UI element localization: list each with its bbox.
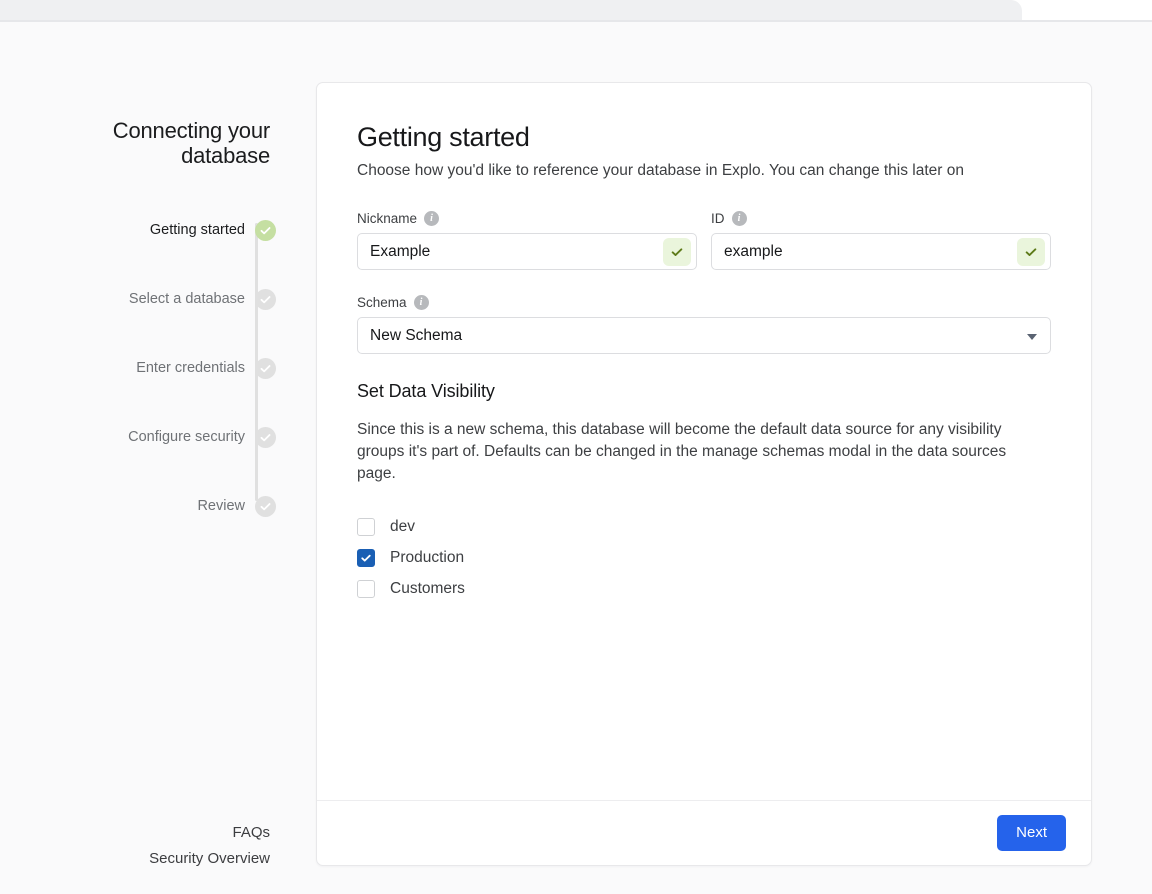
id-input[interactable] xyxy=(712,234,1050,269)
checkbox-customers[interactable] xyxy=(357,580,375,598)
schema-label: Schema xyxy=(357,295,407,310)
step-label: Configure security xyxy=(128,429,245,445)
next-button[interactable]: Next xyxy=(997,815,1066,851)
wizard-card-footer: Next xyxy=(317,800,1091,865)
step-label: Select a database xyxy=(129,291,245,307)
checkbox-production[interactable] xyxy=(357,549,375,567)
nickname-input-wrapper[interactable] xyxy=(357,233,697,270)
set-data-visibility-heading: Set Data Visibility xyxy=(357,381,1051,402)
faqs-link[interactable]: FAQs xyxy=(30,820,270,846)
id-label-row: ID i xyxy=(711,210,1051,226)
info-icon[interactable]: i xyxy=(424,211,439,226)
browser-tab-strip[interactable] xyxy=(0,0,1022,20)
browser-chrome xyxy=(0,0,1152,22)
visibility-group-label: Customers xyxy=(390,580,465,598)
id-valid-check-icon xyxy=(1017,238,1045,266)
wizard-card-body: Getting started Choose how you'd like to… xyxy=(317,83,1091,800)
step-label: Review xyxy=(197,498,245,514)
info-icon[interactable]: i xyxy=(414,295,429,310)
sidebar-step-select-a-database[interactable]: Select a database xyxy=(0,288,276,310)
check-icon xyxy=(255,289,276,310)
id-input-wrapper[interactable] xyxy=(711,233,1051,270)
check-icon xyxy=(255,427,276,448)
id-label: ID xyxy=(711,211,725,226)
sidebar-step-enter-credentials[interactable]: Enter credentials xyxy=(0,357,276,379)
schema-field-group: Schema i New Schema xyxy=(357,294,1051,354)
schema-select[interactable]: New Schema xyxy=(357,317,1051,354)
id-field-group: ID i xyxy=(711,210,1051,270)
wizard-title: Connecting your database xyxy=(40,118,270,168)
check-icon xyxy=(255,496,276,517)
wizard-sidebar: Connecting your database Getting started… xyxy=(0,22,316,894)
security-overview-link[interactable]: Security Overview xyxy=(30,846,270,872)
nickname-label-row: Nickname i xyxy=(357,210,697,226)
wizard-card: Getting started Choose how you'd like to… xyxy=(316,82,1092,866)
page-title: Getting started xyxy=(357,121,1051,153)
step-label: Getting started xyxy=(150,222,245,238)
sidebar-footer-links: FAQs Security Overview xyxy=(30,820,270,872)
nickname-input[interactable] xyxy=(358,234,696,269)
visibility-group-label: dev xyxy=(390,518,415,536)
sidebar-step-review[interactable]: Review xyxy=(0,495,276,517)
checkbox-dev[interactable] xyxy=(357,518,375,536)
schema-selected-value: New Schema xyxy=(370,327,462,345)
visibility-group-row-dev[interactable]: dev xyxy=(357,515,547,539)
page-subtitle: Choose how you'd like to reference your … xyxy=(357,161,1051,181)
nickname-valid-check-icon xyxy=(663,238,691,266)
visibility-group-label: Production xyxy=(390,549,464,567)
schema-label-row: Schema i xyxy=(357,294,1051,310)
step-label: Enter credentials xyxy=(136,360,245,376)
nickname-field-group: Nickname i xyxy=(357,210,697,270)
check-icon xyxy=(255,220,276,241)
visibility-group-row-customers[interactable]: Customers xyxy=(357,577,547,601)
sidebar-step-getting-started[interactable]: Getting started xyxy=(0,219,276,241)
check-icon xyxy=(255,358,276,379)
visibility-group-list: dev Production Customers xyxy=(357,515,1051,601)
visibility-group-row-production[interactable]: Production xyxy=(357,546,547,570)
info-icon[interactable]: i xyxy=(732,211,747,226)
nickname-label: Nickname xyxy=(357,211,417,226)
name-and-id-field-row: Nickname i ID i xyxy=(357,210,1051,270)
chevron-down-icon xyxy=(1027,334,1037,340)
set-data-visibility-description: Since this is a new schema, this databas… xyxy=(357,419,1047,485)
page-container: Connecting your database Getting started… xyxy=(0,22,1152,894)
sidebar-step-configure-security[interactable]: Configure security xyxy=(0,426,276,448)
